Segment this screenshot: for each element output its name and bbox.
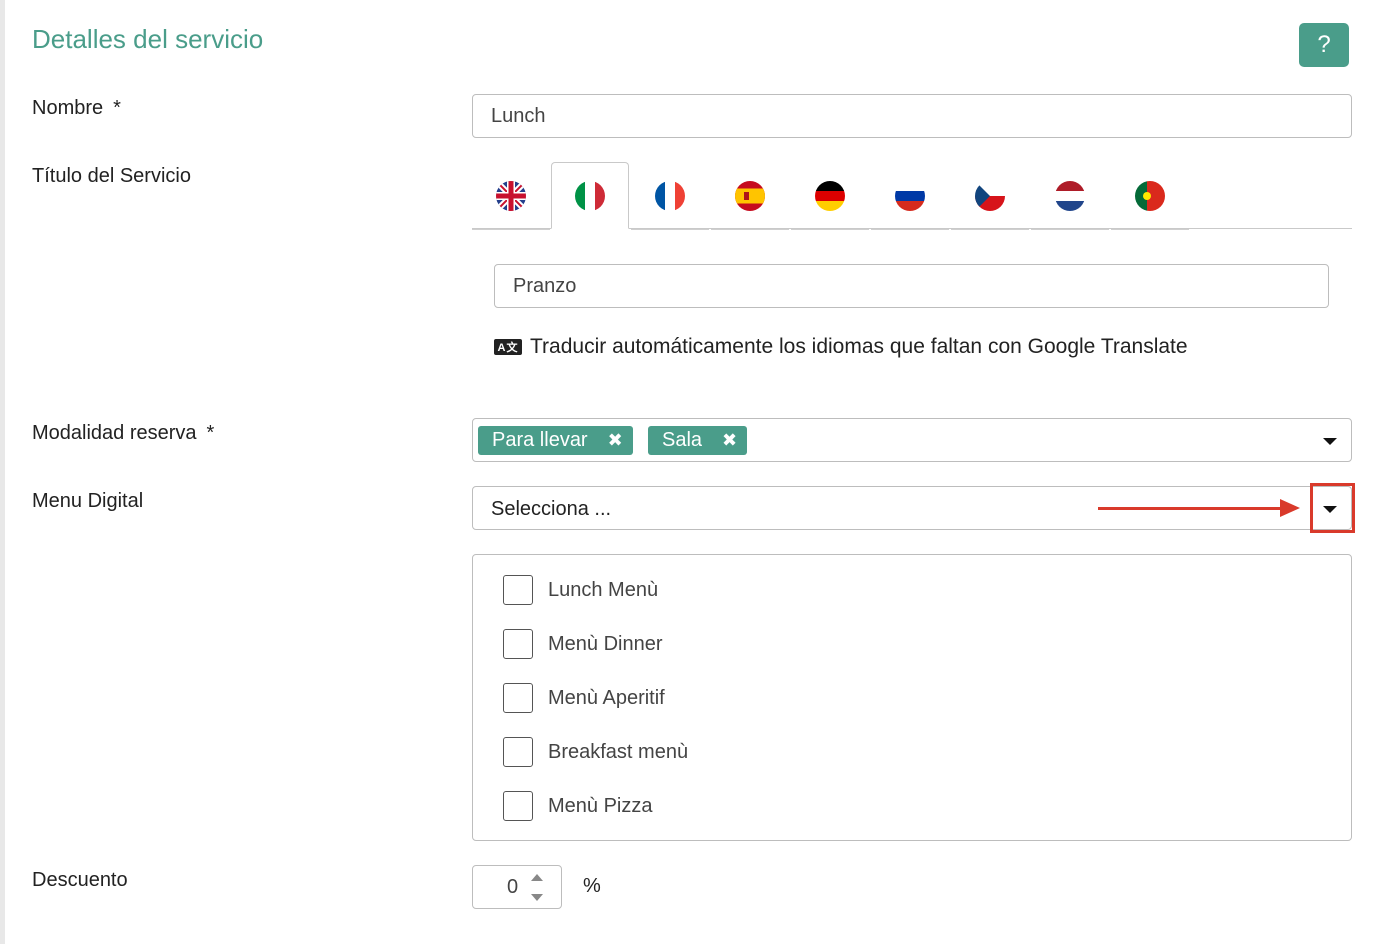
- tab-spanish[interactable]: [711, 163, 789, 230]
- checkbox[interactable]: [503, 683, 533, 713]
- option-label: Menù Pizza: [548, 794, 653, 817]
- titulo-input[interactable]: Pranzo: [494, 264, 1329, 308]
- tab-german[interactable]: [791, 163, 869, 230]
- tab-french[interactable]: [631, 163, 709, 230]
- tab-italian[interactable]: [551, 162, 629, 229]
- remove-tag-icon[interactable]: ✖: [608, 430, 623, 451]
- checkbox[interactable]: [503, 737, 533, 767]
- required-mark: *: [113, 97, 121, 119]
- german-flag-icon: [815, 181, 845, 211]
- menu-digital-placeholder: Selecciona ...: [491, 498, 612, 520]
- tag-sala: Sala ✖: [648, 426, 748, 455]
- increment-arrow-icon[interactable]: [531, 874, 543, 881]
- tab-dutch[interactable]: [1031, 163, 1109, 230]
- translate-icon: A文: [494, 339, 522, 355]
- spanish-flag-icon: [735, 181, 765, 211]
- nombre-label-text: Nombre: [32, 97, 104, 119]
- option-menu-aperitif[interactable]: Menù Aperitif: [503, 683, 665, 713]
- option-label: Menù Dinner: [548, 632, 663, 655]
- tag-label: Para llevar: [492, 429, 588, 451]
- option-menu-pizza[interactable]: Menù Pizza: [503, 791, 653, 821]
- tab-portuguese[interactable]: [1111, 163, 1189, 230]
- decrement-arrow-icon[interactable]: [531, 894, 543, 901]
- tab-czech[interactable]: [951, 163, 1029, 230]
- russian-flag-icon: [895, 181, 925, 211]
- auto-translate-option[interactable]: A文 Traducir automáticamente los idiomas …: [494, 335, 1188, 359]
- auto-translate-text: Traducir automáticamente los idiomas que…: [530, 335, 1188, 358]
- help-button[interactable]: ?: [1299, 23, 1349, 67]
- english-flag-icon: [496, 181, 526, 211]
- option-lunch-menu[interactable]: Lunch Menù: [503, 575, 658, 605]
- french-flag-icon: [655, 181, 685, 211]
- annotation-arrow-head: [1280, 499, 1300, 517]
- modalidad-label-text: Modalidad reserva: [32, 422, 197, 444]
- titulo-label: Título del Servicio: [32, 165, 191, 187]
- checkbox[interactable]: [503, 575, 533, 605]
- chevron-down-icon[interactable]: [1323, 438, 1337, 445]
- option-breakfast-menu[interactable]: Breakfast menù: [503, 737, 688, 767]
- tag-para-llevar: Para llevar ✖: [478, 426, 633, 455]
- tab-russian[interactable]: [871, 163, 949, 230]
- option-menu-dinner[interactable]: Menù Dinner: [503, 629, 663, 659]
- option-label: Breakfast menù: [548, 740, 689, 763]
- nombre-label: Nombre *: [32, 97, 121, 120]
- annotation-highlight-box: [1310, 483, 1355, 533]
- annotation-arrow: [1098, 507, 1282, 510]
- nombre-input[interactable]: Lunch: [472, 94, 1352, 138]
- left-edge-border: [0, 0, 5, 944]
- descuento-stepper[interactable]: 0: [472, 865, 562, 909]
- modalidad-label: Modalidad reserva *: [32, 422, 214, 445]
- modalidad-select[interactable]: Para llevar ✖ Sala ✖: [472, 418, 1352, 462]
- dutch-flag-icon: [1055, 181, 1085, 211]
- italian-flag-icon: [575, 180, 605, 211]
- required-mark: *: [206, 422, 215, 444]
- option-label: Menù Aperitif: [548, 686, 665, 709]
- percent-unit: %: [583, 875, 601, 897]
- checkbox[interactable]: [503, 791, 533, 821]
- portuguese-flag-icon: [1135, 181, 1165, 211]
- tab-english[interactable]: [472, 163, 550, 230]
- tag-label: Sala: [662, 429, 703, 451]
- remove-tag-icon[interactable]: ✖: [722, 430, 737, 451]
- menu-digital-label: Menu Digital: [32, 490, 144, 512]
- descuento-label: Descuento: [32, 869, 128, 891]
- czech-flag-icon: [975, 181, 1005, 211]
- page-title: Detalles del servicio: [32, 24, 264, 54]
- checkbox[interactable]: [503, 629, 533, 659]
- descuento-value: 0: [507, 876, 519, 898]
- menu-digital-options: Lunch Menù Menù Dinner Menù Aperitif Bre…: [472, 554, 1352, 841]
- option-label: Lunch Menù: [548, 578, 659, 601]
